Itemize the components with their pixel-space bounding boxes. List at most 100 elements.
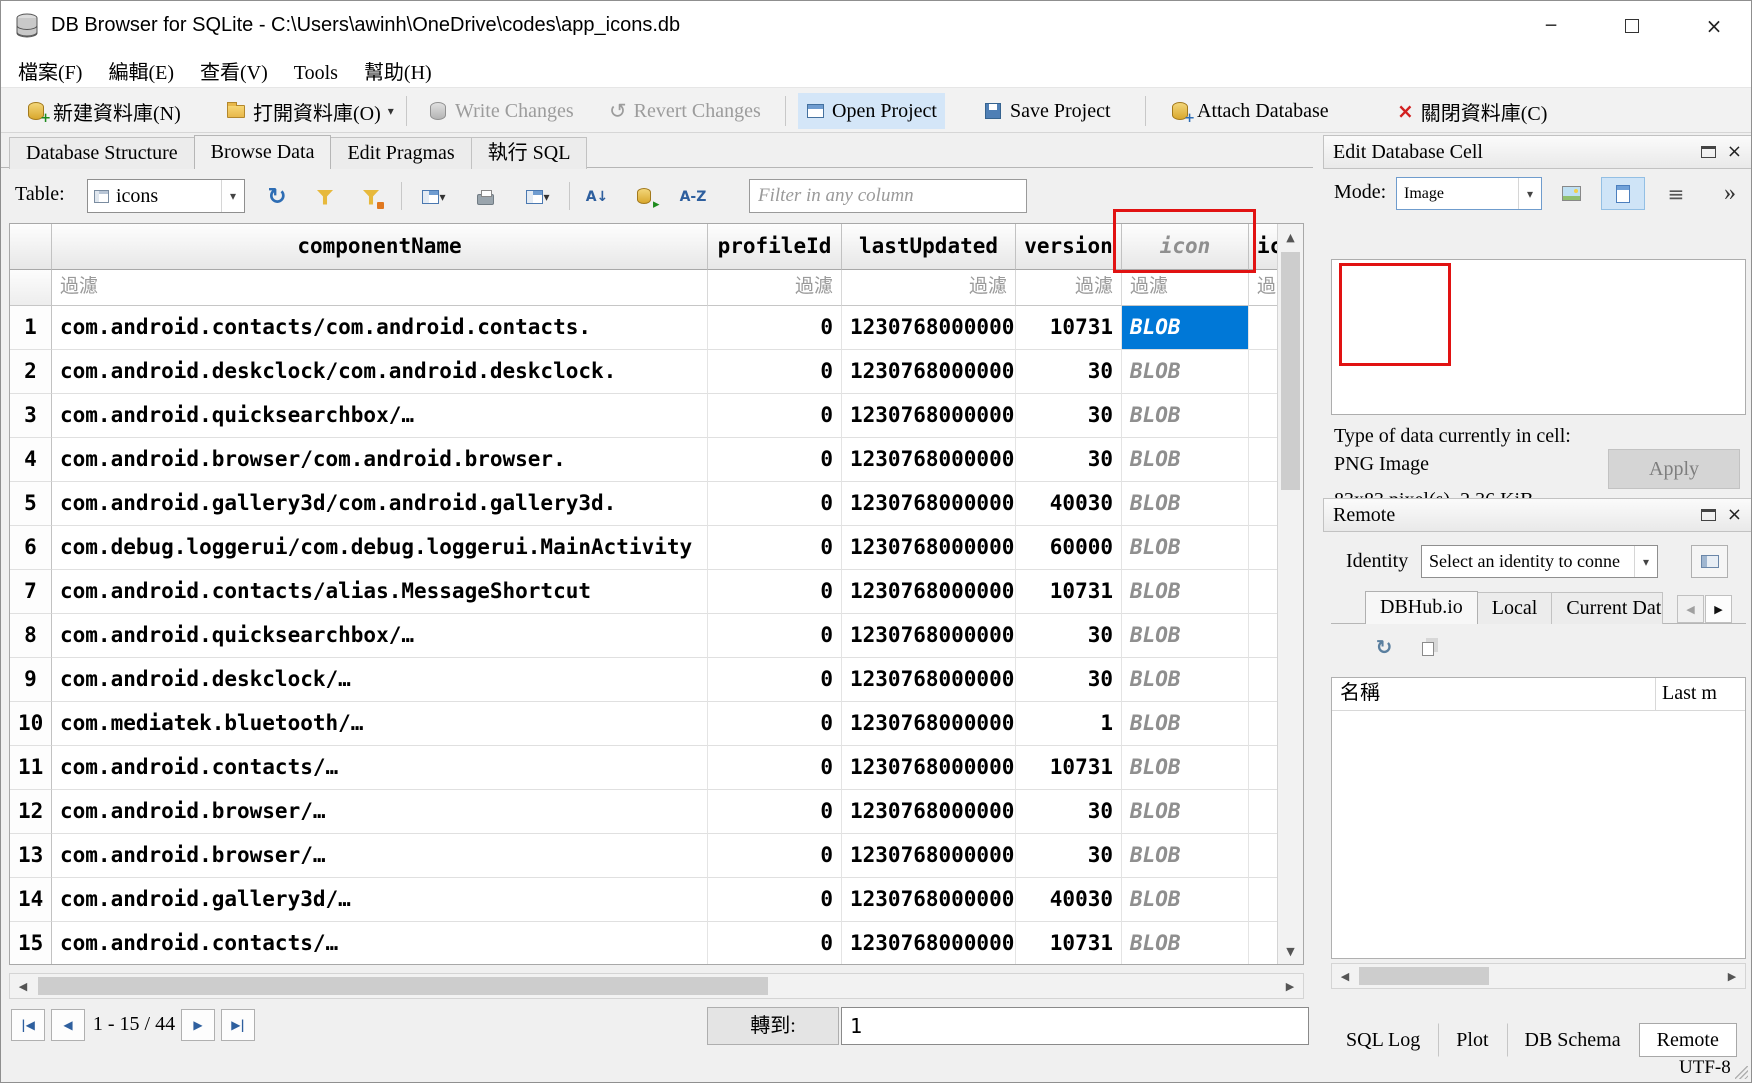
- cell-icon[interactable]: BLOB: [1122, 790, 1249, 834]
- filter-input-lastupdated[interactable]: 過濾: [842, 270, 1016, 306]
- import-data-button[interactable]: [1553, 177, 1590, 210]
- cell-icon[interactable]: BLOB: [1122, 482, 1249, 526]
- cell-lastupdated[interactable]: 1230768000000: [842, 526, 1016, 570]
- cell-version[interactable]: 1: [1016, 702, 1122, 746]
- tab-browse-data[interactable]: Browse Data: [194, 135, 332, 169]
- cell-extra[interactable]: [1249, 526, 1278, 570]
- cell-icon[interactable]: BLOB: [1122, 878, 1249, 922]
- horizontal-scrollbar[interactable]: ◀ ▶: [9, 973, 1304, 999]
- cell-extra[interactable]: [1249, 790, 1278, 834]
- cell-version[interactable]: 30: [1016, 834, 1122, 878]
- menu-item-tools[interactable]: Tools: [281, 57, 351, 90]
- cell-icon[interactable]: BLOB: [1122, 834, 1249, 878]
- vertical-scrollbar[interactable]: ▲ ▼: [1277, 224, 1303, 964]
- filter-input-extra[interactable]: 過濾: [1249, 270, 1278, 306]
- cell-profileid[interactable]: 0: [708, 614, 842, 658]
- cell-componentname[interactable]: com.android.contacts/alias.MessageShortc…: [52, 570, 708, 614]
- column-header-icon[interactable]: icon: [1122, 224, 1249, 270]
- next-page-button[interactable]: ▶: [181, 1009, 215, 1041]
- close-database-button[interactable]: × 關閉資料庫(C): [1389, 93, 1555, 129]
- cell-lastupdated[interactable]: 1230768000000: [842, 834, 1016, 878]
- cell-version[interactable]: 30: [1016, 438, 1122, 482]
- cell-profileid[interactable]: 0: [708, 702, 842, 746]
- cell-extra[interactable]: [1249, 702, 1278, 746]
- cell-extra[interactable]: [1249, 922, 1278, 965]
- cell-extra[interactable]: [1249, 834, 1278, 878]
- minimize-button[interactable]: ─: [1520, 1, 1582, 51]
- row-number[interactable]: 1: [10, 306, 52, 350]
- cell-extra[interactable]: [1249, 746, 1278, 790]
- column-header-extra[interactable]: ic: [1249, 224, 1278, 270]
- cell-componentname[interactable]: com.mediatek.bluetooth/…: [52, 702, 708, 746]
- row-number[interactable]: 15: [10, 922, 52, 965]
- last-page-button[interactable]: ▶|: [221, 1009, 255, 1041]
- maximize-button[interactable]: [1601, 1, 1663, 51]
- filter-input-componentname[interactable]: 過濾: [52, 270, 708, 306]
- cell-componentname[interactable]: com.android.quicksearchbox/…: [52, 394, 708, 438]
- cell-icon[interactable]: BLOB: [1122, 702, 1249, 746]
- row-number[interactable]: 4: [10, 438, 52, 482]
- cell-icon[interactable]: BLOB: [1122, 394, 1249, 438]
- float-panel-icon[interactable]: [1701, 146, 1716, 158]
- column-header-version[interactable]: version: [1016, 224, 1122, 270]
- cell-icon[interactable]: BLOB: [1122, 438, 1249, 482]
- close-panel-icon[interactable]: ×: [1727, 499, 1742, 531]
- goto-record-input[interactable]: [841, 1007, 1309, 1045]
- remote-tab-local[interactable]: Local: [1477, 592, 1553, 624]
- cell-icon[interactable]: BLOB: [1122, 614, 1249, 658]
- cell-version[interactable]: 10731: [1016, 922, 1122, 965]
- cell-lastupdated[interactable]: 1230768000000: [842, 746, 1016, 790]
- open-project-button[interactable]: Open Project: [798, 93, 945, 129]
- overflow-chevron-icon[interactable]: »: [1711, 177, 1749, 210]
- cell-lastupdated[interactable]: 1230768000000: [842, 350, 1016, 394]
- filter-input-icon[interactable]: 過濾: [1122, 270, 1249, 306]
- cell-lastupdated[interactable]: 1230768000000: [842, 922, 1016, 965]
- resize-grip[interactable]: [1735, 1066, 1748, 1079]
- scroll-down-icon[interactable]: ▼: [1278, 938, 1303, 964]
- cell-profileid[interactable]: 0: [708, 790, 842, 834]
- column-header-componentname[interactable]: componentName: [52, 224, 708, 270]
- menu-item-v[interactable]: 查看(V): [187, 51, 281, 90]
- insert-record-button[interactable]: ▾: [411, 179, 457, 215]
- cell-icon[interactable]: BLOB: [1122, 570, 1249, 614]
- cell-componentname[interactable]: com.android.gallery3d/com.android.galler…: [52, 482, 708, 526]
- cell-lastupdated[interactable]: 1230768000000: [842, 790, 1016, 834]
- close-button[interactable]: ×: [1683, 1, 1745, 51]
- cell-profileid[interactable]: 0: [708, 922, 842, 965]
- row-number[interactable]: 14: [10, 878, 52, 922]
- cell-componentname[interactable]: com.android.contacts/com.android.contact…: [52, 306, 708, 350]
- table-select[interactable]: icons ▾: [87, 179, 245, 213]
- remote-scrollbar-thumb[interactable]: [1359, 967, 1489, 985]
- scroll-up-icon[interactable]: ▲: [1278, 224, 1303, 250]
- remote-horizontal-scrollbar[interactable]: ◀ ▶: [1331, 963, 1746, 989]
- cell-lastupdated[interactable]: 1230768000000: [842, 878, 1016, 922]
- remote-column-name[interactable]: 名稱: [1332, 678, 1656, 710]
- remote-tabs-scroll-left-icon[interactable]: ◀: [1677, 595, 1704, 623]
- save-filter-button[interactable]: [353, 179, 389, 215]
- cell-componentname[interactable]: com.android.contacts/…: [52, 922, 708, 965]
- cell-version[interactable]: 30: [1016, 658, 1122, 702]
- cell-profileid[interactable]: 0: [708, 878, 842, 922]
- save-project-button[interactable]: Save Project: [976, 93, 1119, 129]
- float-panel-icon[interactable]: [1701, 509, 1716, 521]
- cell-lastupdated[interactable]: 1230768000000: [842, 614, 1016, 658]
- remote-clone-button[interactable]: [1411, 631, 1445, 663]
- refresh-table-button[interactable]: ↻: [259, 179, 295, 215]
- menu-item-f[interactable]: 檔案(F): [5, 51, 95, 90]
- cell-version[interactable]: 40030: [1016, 878, 1122, 922]
- cell-componentname[interactable]: com.android.deskclock/…: [52, 658, 708, 702]
- vertical-scrollbar-thumb[interactable]: [1281, 252, 1300, 490]
- cell-icon[interactable]: BLOB: [1122, 746, 1249, 790]
- sort-descending-button[interactable]: A-Z: [675, 179, 711, 215]
- previous-page-button[interactable]: ◀: [51, 1009, 85, 1041]
- write-changes-button[interactable]: Write Changes: [421, 93, 582, 129]
- new-database-button[interactable]: + 新建資料庫(N): [19, 93, 189, 129]
- remote-tab-current-dat[interactable]: Current Dat: [1551, 592, 1663, 624]
- dock-tab-db-schema[interactable]: DB Schema: [1507, 1023, 1639, 1057]
- cell-profileid[interactable]: 0: [708, 834, 842, 878]
- cell-version[interactable]: 10731: [1016, 746, 1122, 790]
- cell-profileid[interactable]: 0: [708, 658, 842, 702]
- cell-version[interactable]: 30: [1016, 350, 1122, 394]
- cell-lastupdated[interactable]: 1230768000000: [842, 394, 1016, 438]
- row-number[interactable]: 8: [10, 614, 52, 658]
